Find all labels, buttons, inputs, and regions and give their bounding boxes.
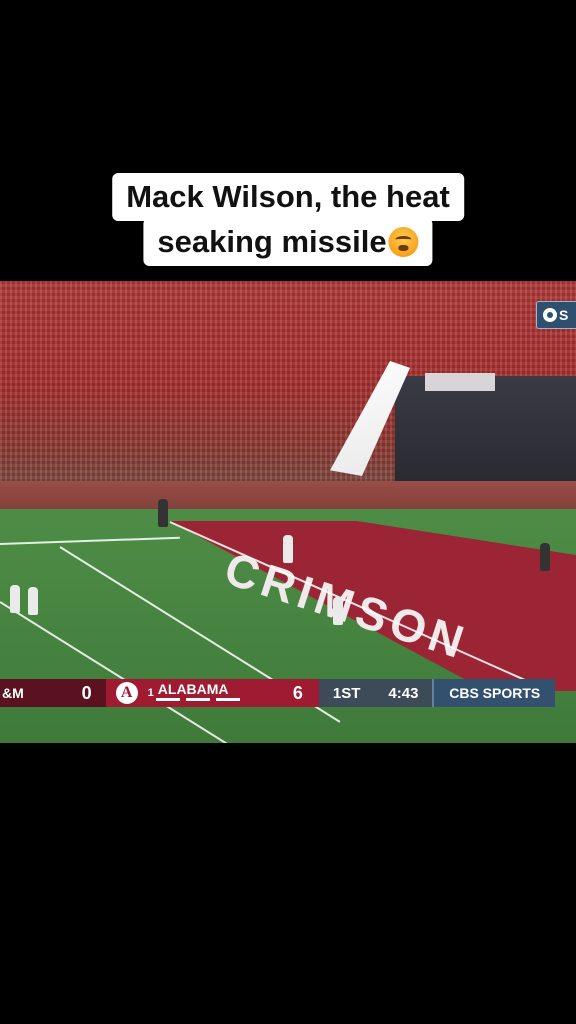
home-team-name: ALABAMA — [157, 681, 229, 697]
scoreboard: &M 0 A 1 ALABAMA 6 1ST 4:43 CBS SPORTS — [0, 679, 555, 707]
video-frame[interactable]: CRIMSON — [0, 281, 576, 743]
sideline-person — [158, 499, 168, 527]
exploding-head-emoji-icon — [388, 227, 419, 257]
caption-line-1: Mack Wilson, the heat — [112, 173, 464, 221]
player — [283, 535, 293, 563]
quarter-label: 1ST — [332, 684, 361, 702]
game-clock-panel: 1ST 4:43 — [318, 679, 433, 707]
caption-text-1: Mack Wilson, the heat — [126, 179, 450, 214]
player — [28, 587, 38, 615]
alabama-logo-icon: A — [115, 682, 138, 704]
player — [10, 585, 20, 613]
network-bug-text: S — [559, 307, 569, 323]
tunnel-sign — [425, 373, 495, 391]
referee — [540, 543, 550, 571]
home-team-rank: 1 — [147, 687, 154, 699]
away-team-panel: &M 0 — [0, 679, 106, 707]
cbs-eye-icon — [543, 308, 557, 322]
game-clock: 4:43 — [388, 684, 419, 702]
network-panel: CBS SPORTS — [432, 679, 555, 707]
cbs-network-bug: S — [536, 301, 576, 329]
away-team-score: 0 — [81, 682, 92, 703]
timeouts-indicator — [155, 698, 240, 701]
caption-text-2: seaking missile — [157, 224, 387, 259]
away-team-name: &M — [2, 685, 24, 701]
player — [333, 597, 343, 625]
network-name: CBS SPORTS — [449, 685, 541, 701]
home-team-score: 6 — [292, 682, 303, 703]
caption-line-2: seaking missile — [143, 218, 433, 266]
home-team-panel: A 1 ALABAMA 6 — [105, 679, 319, 707]
